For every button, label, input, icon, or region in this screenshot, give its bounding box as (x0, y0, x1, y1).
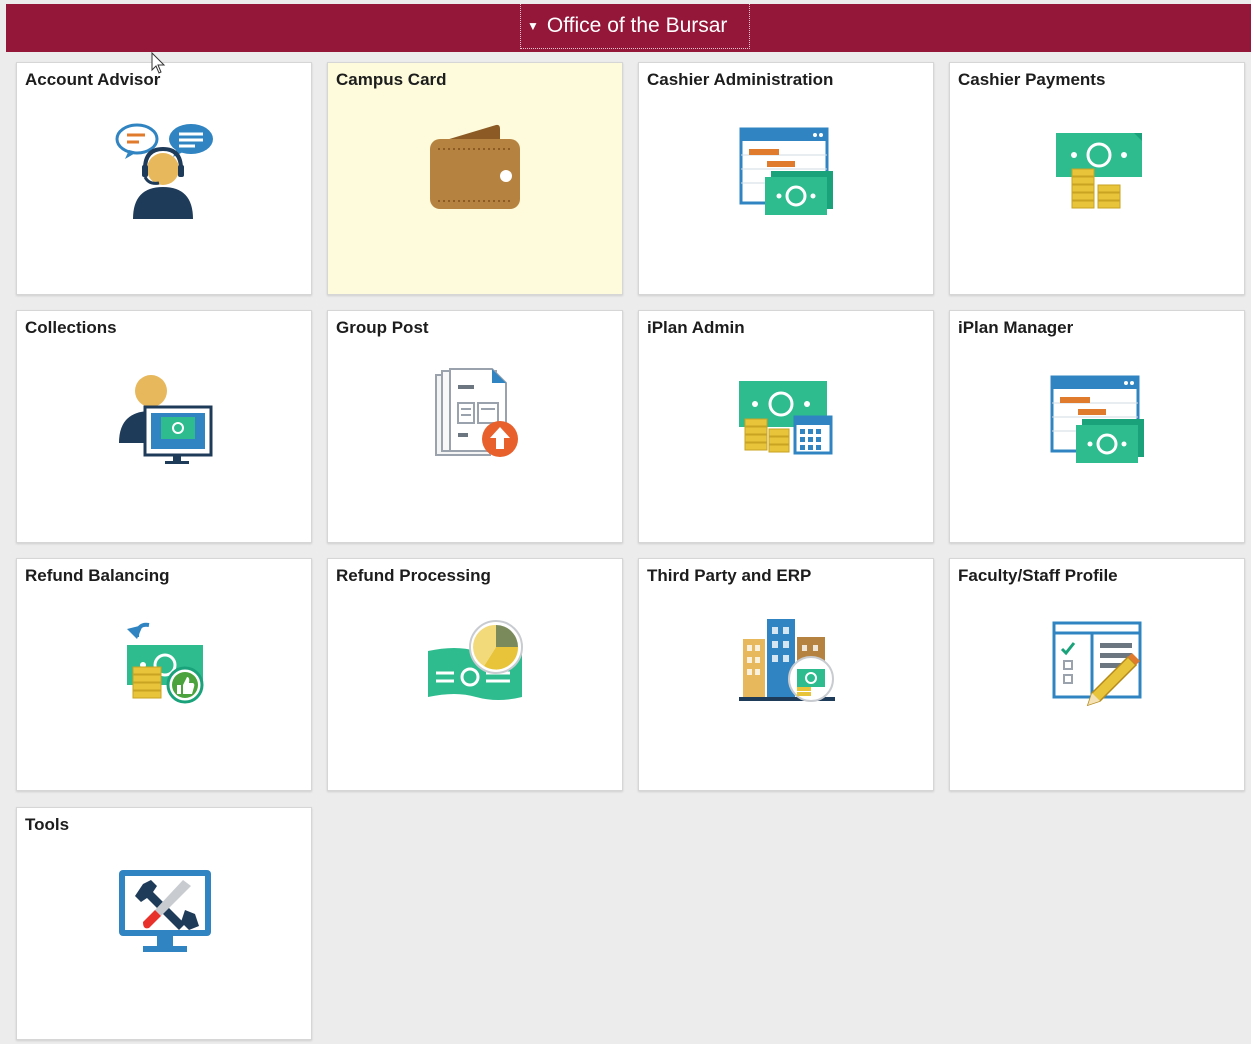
collections-icon (119, 375, 213, 464)
tile-faculty-staff-profile[interactable]: Faculty/Staff Profile (949, 558, 1245, 791)
refund-thumbs-up-icon (127, 622, 204, 704)
tile-campus-card[interactable]: Campus Card (327, 62, 623, 295)
wallet-icon (430, 124, 520, 209)
tile-cashier-administration[interactable]: Cashier Administration (638, 62, 934, 295)
tile-group-post[interactable]: Group Post (327, 310, 623, 543)
account-advisor-icon (115, 123, 213, 219)
tile-iplan-admin[interactable]: iPlan Admin (638, 310, 934, 543)
monitor-tools-icon (119, 870, 211, 952)
homepage-title: Office of the Bursar (546, 14, 728, 37)
tile-title: iPlan Admin (647, 318, 745, 337)
bursar-homepage-selector[interactable]: ▼ Office of the Bursar (520, 4, 751, 49)
cash-coins-icon (1056, 133, 1142, 209)
tile-title: Faculty/Staff Profile (958, 566, 1118, 585)
tile-cashier-payments[interactable]: Cashier Payments (949, 62, 1245, 295)
bursar-header-bar: ▼ Office of the Bursar (6, 4, 1251, 52)
tile-title: Tools (25, 815, 70, 834)
mouse-cursor-icon (151, 52, 166, 74)
tile-title: Third Party and ERP (647, 566, 812, 585)
money-pie-chart-icon (428, 620, 523, 700)
tile-refund-balancing[interactable]: Refund Balancing (16, 558, 312, 791)
tile-account-advisor[interactable]: Account Advisor (16, 62, 312, 295)
tile-collections[interactable]: Collections (16, 310, 312, 543)
tile-title: Account Advisor (25, 70, 161, 89)
cash-calendar-icon (739, 381, 833, 455)
caret-down-icon: ▼ (527, 19, 539, 33)
tile-refund-processing[interactable]: Refund Processing (327, 558, 623, 791)
tile-title: Collections (25, 318, 117, 337)
tile-title: Cashier Payments (958, 70, 1106, 89)
buildings-money-icon (739, 619, 835, 702)
document-upload-icon (435, 368, 518, 457)
tile-title: Campus Card (336, 70, 447, 89)
tile-third-party-and-erp[interactable]: Third Party and ERP (638, 558, 934, 791)
tile-title: Cashier Administration (647, 70, 834, 89)
tile-title: Refund Balancing (25, 566, 170, 585)
tile-title: Refund Processing (336, 566, 491, 585)
form-pencil-icon (1052, 621, 1142, 707)
tile-tools[interactable]: Tools (16, 807, 312, 1040)
tile-iplan-manager[interactable]: iPlan Manager (949, 310, 1245, 543)
tile-title: Group Post (336, 318, 429, 337)
calendar-money-icon (739, 127, 833, 215)
tile-title: iPlan Manager (958, 318, 1074, 337)
calendar-money-icon (1050, 375, 1144, 463)
